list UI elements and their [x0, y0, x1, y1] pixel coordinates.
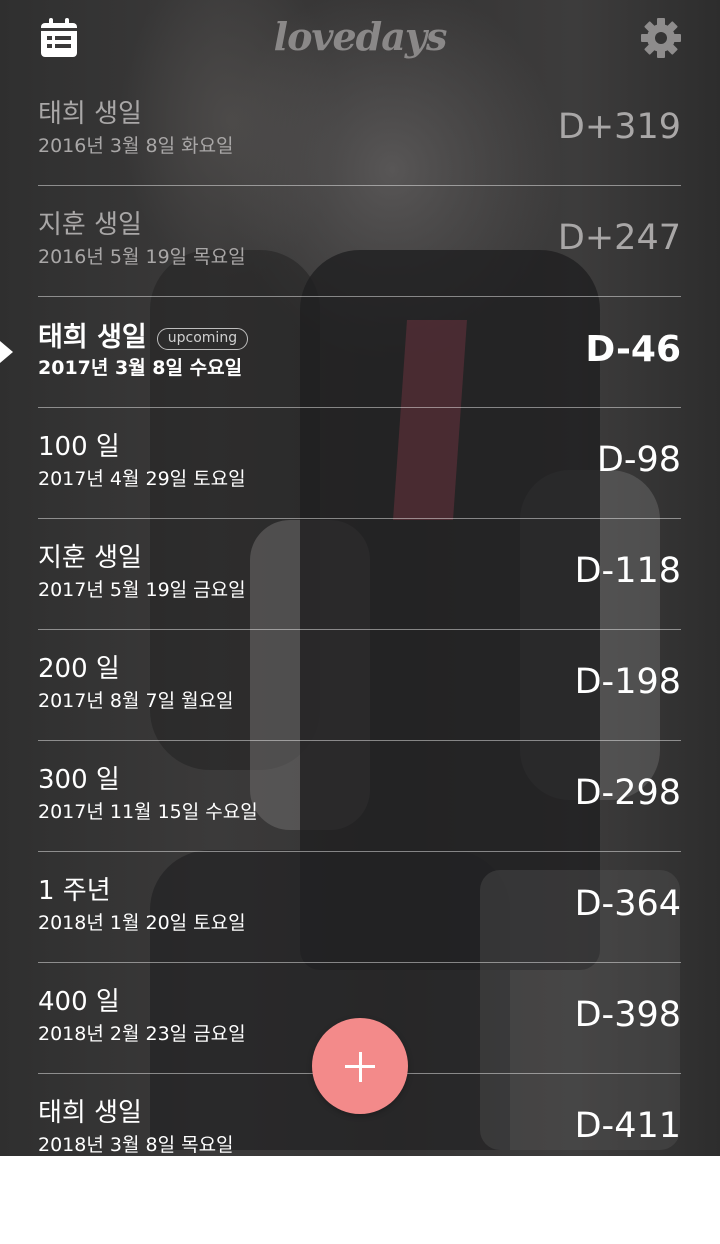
- upcoming-badge: upcoming: [156, 328, 249, 350]
- event-title: 1 주년: [38, 870, 111, 907]
- plus-icon: [358, 1052, 362, 1082]
- event-row[interactable]: 지훈 생일 2016년 5월 19일 목요일 D+247: [38, 186, 681, 297]
- event-title: 태희 생일: [38, 1092, 142, 1129]
- event-date: 2018년 3월 8일 목요일: [38, 1134, 234, 1156]
- event-title: 태희 생일: [38, 93, 142, 130]
- event-title-text: 200 일: [38, 654, 120, 684]
- event-dday: D-98: [596, 440, 681, 480]
- event-dday: D-46: [585, 329, 681, 370]
- event-date: 2017년 4월 29일 토요일: [38, 468, 246, 490]
- event-title: 400 일: [38, 981, 120, 1018]
- event-row[interactable]: 1 주년 2018년 1월 20일 토요일 D-364: [38, 852, 681, 963]
- event-row[interactable]: 200 일 2017년 8월 7일 월요일 D-198: [38, 630, 681, 741]
- event-dday: D-411: [574, 1106, 681, 1146]
- event-dday: D-398: [574, 995, 681, 1035]
- event-title: 100 일: [38, 426, 120, 463]
- event-title-text: 태희 생일: [38, 1098, 142, 1128]
- event-row[interactable]: 태희 생일 2016년 3월 8일 화요일 D+319: [38, 75, 681, 186]
- event-list: 태희 생일 2016년 3월 8일 화요일 D+319 지훈 생일 2016년 5월 1…: [0, 75, 720, 1156]
- event-title-text: 100 일: [38, 432, 120, 462]
- event-date: 2018년 1월 20일 토요일: [38, 912, 246, 934]
- add-event-button[interactable]: [312, 1018, 408, 1114]
- event-row[interactable]: 100 일 2017년 4월 29일 토요일 D-98: [38, 408, 681, 519]
- event-row[interactable]: 태희 생일 upcoming 2017년 3월 8일 수요일 D-46: [0, 297, 681, 408]
- event-dday: D-298: [574, 773, 681, 813]
- event-date: 2017년 8월 7일 월요일: [38, 690, 234, 712]
- event-title-text: 1 주년: [38, 876, 111, 906]
- event-dday: D-198: [574, 662, 681, 702]
- calendar-list-icon[interactable]: [40, 18, 78, 58]
- event-row[interactable]: 300 일 2017년 11월 15일 수요일 D-298: [38, 741, 681, 852]
- event-title-text: 지훈 생일: [38, 210, 142, 240]
- event-title: 지훈 생일: [38, 537, 142, 574]
- main-screen: lovedays 태희 생일 2016년 3월 8일 화요일 D+319 지훈 생일 2…: [0, 0, 720, 1156]
- event-date: 2017년 3월 8일 수요일: [38, 357, 243, 379]
- event-title-text: 400 일: [38, 987, 120, 1017]
- event-title: 태희 생일 upcoming: [38, 315, 249, 354]
- app-logo: lovedays: [273, 14, 448, 59]
- event-date: 2018년 2월 23일 금요일: [38, 1023, 246, 1045]
- event-title: 200 일: [38, 648, 120, 685]
- event-title-text: 태희 생일: [38, 99, 142, 129]
- event-dday: D-118: [574, 551, 681, 591]
- event-date: 2016년 3월 8일 화요일: [38, 135, 234, 157]
- gear-icon[interactable]: [640, 17, 682, 59]
- event-dday: D-364: [574, 884, 681, 924]
- event-date: 2017년 5월 19일 금요일: [38, 579, 246, 601]
- event-dday: D+319: [557, 107, 681, 147]
- event-title-text: 300 일: [38, 765, 120, 795]
- event-title: 지훈 생일: [38, 204, 142, 241]
- event-date: 2017년 11월 15일 수요일: [38, 801, 258, 823]
- event-title-text: 태희 생일: [38, 322, 147, 353]
- event-date: 2016년 5월 19일 목요일: [38, 246, 246, 268]
- event-dday: D+247: [557, 218, 681, 258]
- event-title-text: 지훈 생일: [38, 543, 142, 573]
- event-title: 300 일: [38, 759, 120, 796]
- current-pointer-icon: [0, 341, 13, 363]
- event-row[interactable]: 지훈 생일 2017년 5월 19일 금요일 D-118: [38, 519, 681, 630]
